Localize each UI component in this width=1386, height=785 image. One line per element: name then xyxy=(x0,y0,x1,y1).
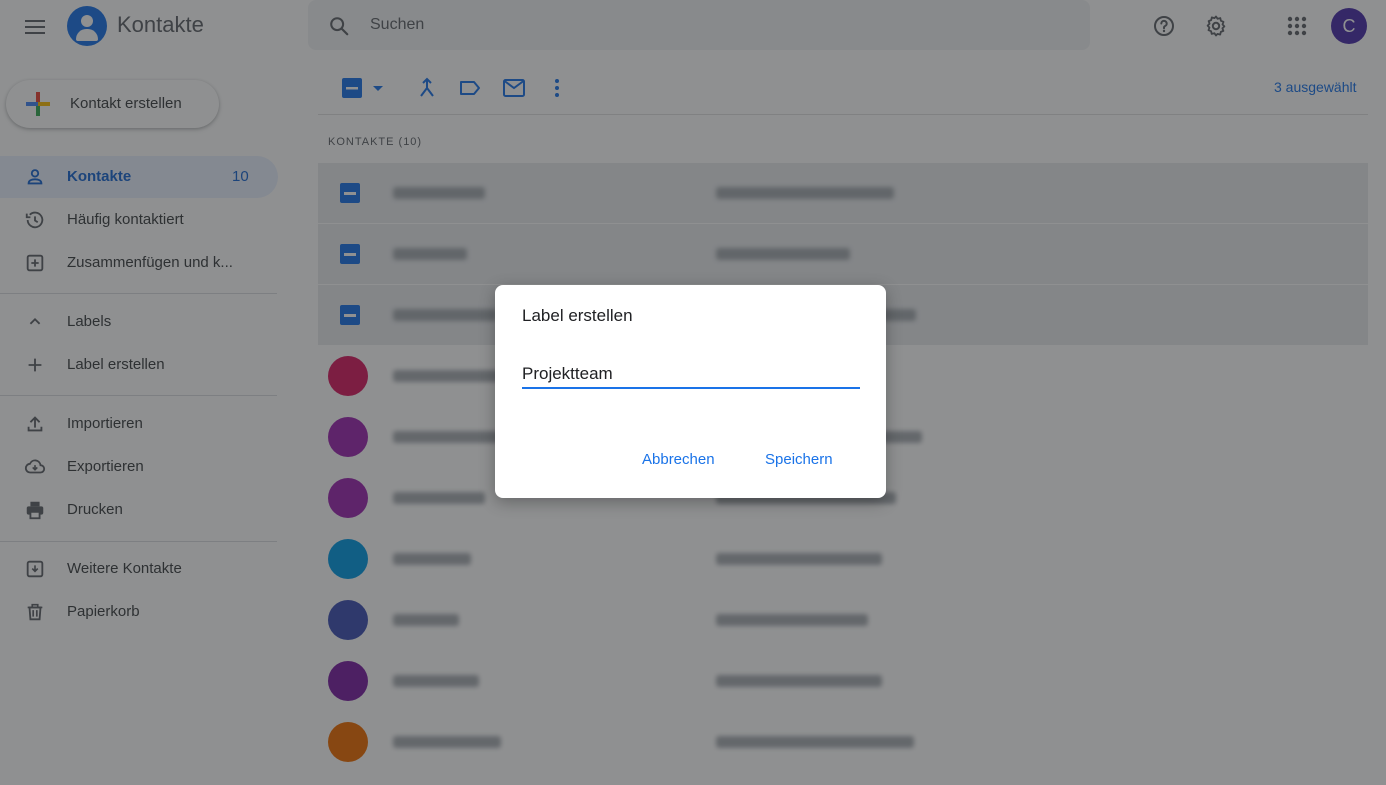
dialog-title: Label erstellen xyxy=(522,306,633,325)
cancel-button[interactable]: Abbrechen xyxy=(642,451,715,468)
create-label-dialog: Label erstellen Abbrechen Speichern xyxy=(495,285,886,498)
label-name-input[interactable] xyxy=(522,361,860,389)
save-button[interactable]: Speichern xyxy=(765,451,833,468)
